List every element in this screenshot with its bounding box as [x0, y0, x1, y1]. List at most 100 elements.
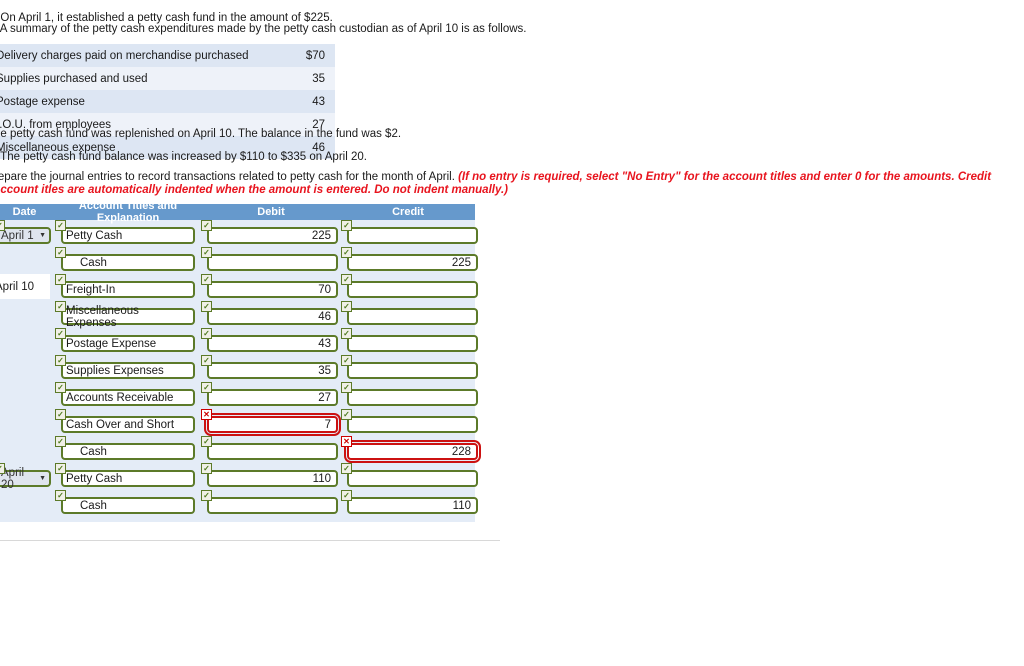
- journal-row: ✓ Cash ✓ ✓ 110: [0, 490, 478, 517]
- valid-status-icon: ✓: [55, 247, 66, 258]
- journal-cell-credit: ✓ 110: [341, 490, 478, 514]
- journal-cell-account: ✓ Petty Cash: [55, 463, 201, 487]
- valid-status-icon: ✓: [201, 328, 212, 339]
- account-title-input-3[interactable]: Miscellaneous Expenses: [61, 305, 195, 329]
- debit-amount-input-7[interactable]: 7: [204, 413, 341, 436]
- valid-status-icon: ✓: [341, 328, 352, 339]
- debit-amount-input-5[interactable]: 35: [207, 362, 338, 379]
- journal-cell-debit: ✓ 27: [201, 382, 341, 406]
- journal-cell-credit: ✓: [341, 409, 478, 433]
- account-title-input-7[interactable]: Cash Over and Short: [61, 416, 195, 433]
- petty-cash-summary-table: Delivery charges paid on merchandise pur…: [0, 44, 335, 159]
- table-row: Delivery charges paid on merchandise pur…: [0, 44, 335, 67]
- journal-cell-date: [0, 301, 55, 328]
- debit-field-wrapper: ✓ 46: [201, 301, 341, 325]
- table-row: Supplies purchased and used 35: [0, 67, 335, 90]
- journal-table-body: ✓April 1▼✓Petty Cash✓225✓✓Cash✓✓225April…: [0, 220, 481, 522]
- date-static-label: April 10: [0, 274, 50, 299]
- debit-field-wrapper: ✓ 43: [201, 328, 341, 352]
- credit-amount-input-5[interactable]: [347, 362, 478, 379]
- valid-status-icon: ✓: [341, 409, 352, 420]
- valid-status-icon: ✓: [201, 436, 212, 447]
- debit-amount-input-6[interactable]: 27: [207, 389, 338, 406]
- valid-status-icon: ✓: [55, 220, 66, 231]
- journal-cell-credit: ✓ 225: [341, 247, 478, 271]
- debit-field-wrapper: ✕ 7: [201, 409, 341, 436]
- credit-amount-input-0[interactable]: [347, 227, 478, 244]
- account-title-input-10[interactable]: Cash: [61, 497, 195, 514]
- journal-cell-debit: ✓ 110: [201, 463, 341, 487]
- debit-amount-input-4[interactable]: 43: [207, 335, 338, 352]
- account-title-input-8[interactable]: Cash: [61, 443, 195, 460]
- account-title-input-0[interactable]: Petty Cash: [61, 227, 195, 244]
- account-field-wrapper: ✓ Miscellaneous Expenses: [55, 301, 201, 329]
- credit-amount-input-1[interactable]: 225: [347, 254, 478, 271]
- credit-amount-input-7[interactable]: [347, 416, 478, 433]
- journal-cell-credit: ✓: [341, 463, 478, 487]
- date-select-0[interactable]: April 1 ▼: [0, 227, 51, 244]
- journal-cell-debit: ✓ 43: [201, 328, 341, 352]
- valid-status-icon: ✓: [341, 382, 352, 393]
- journal-cell-account: ✓ Petty Cash: [55, 220, 201, 244]
- journal-cell-debit: ✓ 70: [201, 274, 341, 298]
- debit-amount-input-2[interactable]: 70: [207, 281, 338, 298]
- debit-amount-input-3[interactable]: 46: [207, 308, 338, 325]
- debit-amount-input-1[interactable]: [207, 254, 338, 271]
- account-title-input-1[interactable]: Cash: [61, 254, 195, 271]
- chevron-down-icon: ▼: [39, 232, 46, 239]
- summary-table-body: Delivery charges paid on merchandise pur…: [0, 44, 335, 159]
- journal-cell-date: ✓April 1 ▼: [0, 220, 55, 247]
- journal-cell-debit: ✓ 35: [201, 355, 341, 379]
- date-select-9[interactable]: April 20 ▼: [0, 467, 51, 491]
- journal-cell-debit: ✓ 225: [201, 220, 341, 244]
- credit-amount-input-10[interactable]: 110: [347, 497, 478, 514]
- valid-status-icon: ✓: [55, 328, 66, 339]
- journal-cell-credit: ✓: [341, 355, 478, 379]
- journal-cell-debit: ✕ 7: [201, 409, 341, 436]
- journal-cell-account: ✓ Freight-In: [55, 274, 201, 298]
- valid-status-icon: ✓: [201, 463, 212, 474]
- journal-row: ✓ Cash ✓ ✓ 225: [0, 247, 478, 274]
- summary-label: Supplies purchased and used: [0, 72, 148, 85]
- date-select-value: April 20: [1, 466, 25, 491]
- column-header-date: Date: [12, 206, 37, 218]
- debit-field-wrapper: ✓: [201, 436, 341, 460]
- credit-amount-input-4[interactable]: [347, 335, 478, 352]
- journal-cell-credit: ✓: [341, 220, 478, 244]
- debit-amount-input-8[interactable]: [207, 443, 338, 460]
- credit-amount-input-8[interactable]: 228: [344, 440, 481, 463]
- debit-amount-input-9[interactable]: 110: [207, 470, 338, 487]
- credit-amount-input-2[interactable]: [347, 281, 478, 298]
- debit-amount-input-0[interactable]: 225: [207, 227, 338, 244]
- debit-field-wrapper: ✓ 225: [201, 220, 341, 244]
- date-select-value: April 1: [1, 229, 34, 242]
- credit-field-wrapper: ✓: [341, 220, 478, 244]
- debit-amount-input-10[interactable]: [207, 497, 338, 514]
- credit-amount-input-6[interactable]: [347, 389, 478, 406]
- journal-cell-date: [0, 355, 55, 382]
- account-field-wrapper: ✓ Petty Cash: [55, 220, 201, 244]
- date-field-wrapper: ✓April 1 ▼: [0, 220, 55, 244]
- account-field-wrapper: ✓ Cash: [55, 436, 201, 460]
- valid-status-icon: ✓: [55, 490, 66, 501]
- journal-cell-date: [0, 328, 55, 355]
- instruction-black-part: repare the journal entries to record tra…: [0, 171, 459, 183]
- journal-cell-account: ✓ Postage Expense: [55, 328, 201, 352]
- journal-cell-account: ✓ Supplies Expenses: [55, 355, 201, 379]
- account-title-input-2[interactable]: Freight-In: [61, 281, 195, 298]
- journal-row: ✓ Accounts Receivable ✓ 27 ✓: [0, 382, 478, 409]
- debit-field-wrapper: ✓: [201, 490, 341, 514]
- account-title-input-9[interactable]: Petty Cash: [61, 470, 195, 487]
- credit-amount-input-9[interactable]: [347, 470, 478, 487]
- valid-status-icon: ✓: [341, 274, 352, 285]
- journal-cell-credit: ✓: [341, 382, 478, 406]
- credit-amount-input-3[interactable]: [347, 308, 478, 325]
- account-title-input-4[interactable]: Postage Expense: [61, 335, 195, 352]
- valid-status-icon: ✓: [55, 274, 66, 285]
- summary-amount: $70: [305, 49, 325, 62]
- account-title-input-6[interactable]: Accounts Receivable: [61, 389, 195, 406]
- valid-status-icon: ✓: [201, 274, 212, 285]
- valid-status-icon: ✓: [55, 382, 66, 393]
- account-title-input-5[interactable]: Supplies Expenses: [61, 362, 195, 379]
- journal-entry-table: Date Account Titles and Explanation Debi…: [0, 200, 481, 522]
